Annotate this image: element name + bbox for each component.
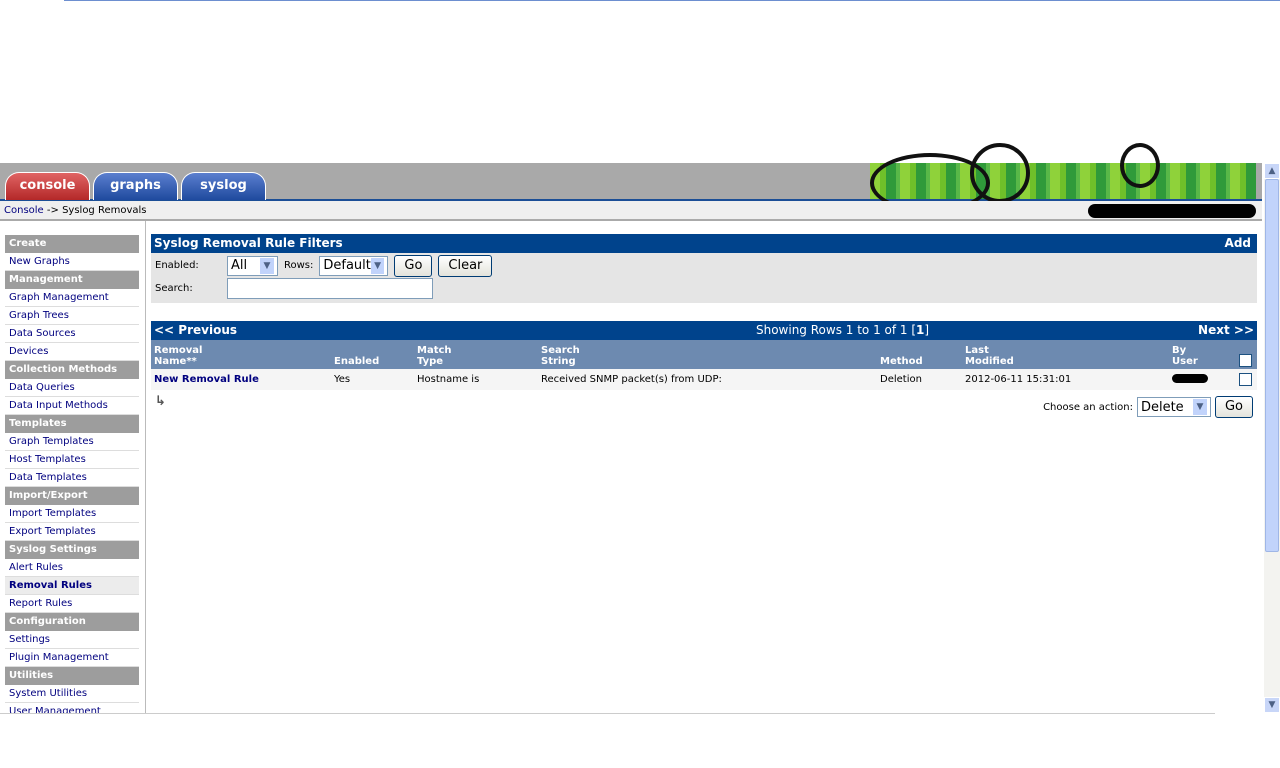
rows-label: Rows: — [284, 260, 314, 271]
sidebar-item[interactable]: Report Rules — [5, 595, 139, 613]
sidebar-item[interactable]: Data Templates — [5, 469, 139, 487]
chevron-down-icon: ▼ — [370, 257, 385, 274]
sidebar-section-header: Configuration — [5, 613, 139, 631]
table-cell: Received SNMP packet(s) from UDP: — [541, 374, 722, 385]
table-row: New Removal Rule Yes Hostname is Received S… — [151, 369, 1257, 390]
sidebar-item[interactable]: Import Templates — [5, 505, 139, 523]
tab-syslog[interactable]: syslog — [181, 172, 266, 200]
sidebar-item[interactable]: Plugin Management — [5, 649, 139, 667]
sidebar-section-header: Syslog Settings — [5, 541, 139, 559]
sidebar-item[interactable]: Host Templates — [5, 451, 139, 469]
sidebar-section-header: Templates — [5, 415, 139, 433]
table-header: Removal Name** Enabled Match Type Search Strin… — [151, 340, 1257, 369]
redacted-user — [1169, 372, 1236, 388]
sidebar-item[interactable]: Data Input Methods — [5, 397, 139, 415]
sidebar-section-header: Management — [5, 271, 139, 289]
results-panel: << Previous Showing Rows 1 to 1 of 1 [1]… — [151, 321, 1257, 422]
chevron-up-icon[interactable]: ▲ — [1264, 163, 1280, 179]
breadcrumb: Console -> Syslog Removals — [0, 201, 1262, 221]
filter-panel: Syslog Removal Rule Filters Add Enabled: … — [151, 234, 1257, 303]
sidebar-item[interactable]: User Management — [5, 703, 139, 713]
banner-image — [870, 143, 1256, 213]
chevron-down-icon: ▼ — [260, 257, 274, 274]
action-value: Delete — [1140, 399, 1184, 415]
row-checkbox[interactable] — [1239, 373, 1252, 386]
sidebar-item[interactable]: Alert Rules — [5, 559, 139, 577]
rows-status: Showing Rows 1 to 1 of 1 [1] — [755, 323, 930, 337]
sidebar-item[interactable]: Export Templates — [5, 523, 139, 541]
rows-select[interactable]: Default ▼ — [319, 255, 389, 276]
next-link[interactable]: Next >> — [1198, 323, 1254, 338]
sidebar-section-header: Collection Methods — [5, 361, 139, 379]
row-select-cell — [1236, 371, 1257, 388]
sidebar-item[interactable]: New Graphs — [5, 253, 139, 271]
table-cell: Yes — [334, 374, 351, 385]
tab-bar: console graphs syslog — [0, 143, 1262, 213]
tab-graphs[interactable]: graphs — [93, 172, 178, 200]
sidebar-item[interactable]: Devices — [5, 343, 139, 361]
top-border — [64, 0, 1280, 1]
sidebar-item[interactable]: System Utilities — [5, 685, 139, 703]
sidebar-section-header: Utilities — [5, 667, 139, 685]
sidebar-item[interactable]: Removal Rules — [5, 577, 139, 595]
sidebar-section-header: Import/Export — [5, 487, 139, 505]
sidebar: Create New Graphs Management Graph Manageme… — [0, 221, 146, 713]
sidebar-item[interactable]: Graph Trees — [5, 307, 139, 325]
chevron-down-icon[interactable]: ▼ — [1264, 697, 1280, 713]
scrollbar-thumb[interactable] — [1265, 179, 1279, 552]
breadcrumb-console-link[interactable]: Console — [4, 205, 44, 216]
chevron-down-icon: ▼ — [1192, 399, 1207, 415]
sidebar-item[interactable]: Data Queries — [5, 379, 139, 397]
sidebar-section-header: Create — [5, 235, 139, 253]
breadcrumb-separator: -> — [43, 205, 63, 216]
enabled-label: Enabled: — [155, 260, 199, 271]
previous-link[interactable]: << Previous — [154, 323, 237, 338]
frame-bottom-border — [0, 713, 1215, 714]
clear-button[interactable]: Clear — [438, 254, 493, 277]
filter-panel-header: Syslog Removal Rule Filters Add — [151, 234, 1257, 253]
enabled-value: All — [231, 258, 248, 273]
column-header: Search String — [541, 345, 580, 367]
search-label: Search: — [155, 283, 193, 294]
action-go-button[interactable]: Go — [1214, 396, 1253, 418]
rows-value: Default — [323, 258, 371, 273]
select-all-checkbox[interactable] — [1239, 354, 1252, 367]
search-input[interactable] — [227, 278, 433, 299]
action-label: Choose an action: — [1043, 401, 1133, 413]
column-header: Enabled — [334, 356, 380, 367]
column-header: Removal Name** — [154, 345, 203, 367]
enabled-select[interactable]: All ▼ — [227, 255, 278, 276]
filter-title: Syslog Removal Rule Filters — [154, 236, 343, 250]
tab-console[interactable]: console — [5, 172, 90, 200]
pagination-bar: << Previous Showing Rows 1 to 1 of 1 [1]… — [151, 321, 1257, 340]
rule-name-link[interactable]: New Removal Rule — [151, 372, 331, 387]
select-all-cell — [1236, 340, 1257, 369]
table-cell: Hostname is — [417, 374, 480, 385]
sidebar-item[interactable]: Data Sources — [5, 325, 139, 343]
column-header: Match Type — [417, 345, 452, 367]
table-cell: 2012-06-11 15:31:01 — [965, 374, 1072, 385]
go-button[interactable]: Go — [394, 254, 433, 277]
scrollbar[interactable]: ▲ ▼ — [1264, 163, 1280, 713]
column-header: Last Modified — [965, 345, 1014, 367]
sidebar-item[interactable]: Graph Templates — [5, 433, 139, 451]
sidebar-item[interactable]: Settings — [5, 631, 139, 649]
breadcrumb-current: Syslog Removals — [62, 205, 147, 216]
sidebar-item[interactable]: Graph Management — [5, 289, 139, 307]
add-link[interactable]: Add — [1225, 236, 1251, 250]
column-header: By User — [1172, 345, 1198, 367]
redacted-user-info — [1088, 204, 1256, 218]
action-select[interactable]: Delete ▼ — [1136, 397, 1211, 417]
corner-arrow-icon: ↳ — [155, 394, 166, 409]
table-cell: Deletion — [880, 374, 922, 385]
column-header: Method — [880, 356, 923, 367]
